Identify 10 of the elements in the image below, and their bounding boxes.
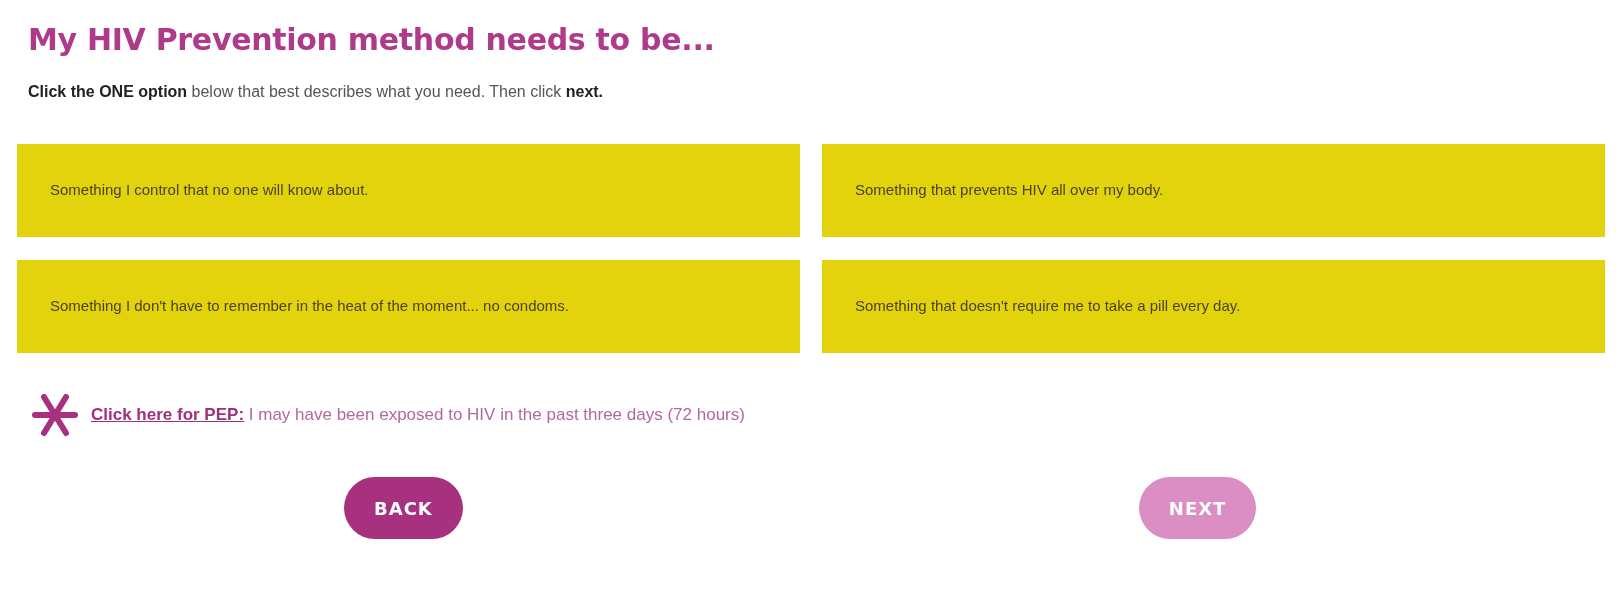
option-button[interactable]: Something that doesn't require me to take a pill every day. xyxy=(822,260,1605,353)
page-title: My HIV Prevention method needs to be... xyxy=(28,22,716,58)
back-button[interactable]: BACK xyxy=(344,477,463,539)
option-button[interactable]: Something that prevents HIV all over my body. xyxy=(822,144,1605,237)
option-button[interactable]: Something I don't have to remember in the heat of the moment... no condoms. xyxy=(17,260,800,353)
instruction-text: Click the ONE option below that best describes what you need. Then click next. xyxy=(28,82,605,102)
option-button[interactable]: Something I control that no one will know about. xyxy=(17,144,800,237)
pep-text: Click here for PEP: I may have been exposed to HIV in the past three days (72 hours) xyxy=(91,404,745,427)
asterisk-icon xyxy=(31,391,79,439)
pep-link[interactable]: Click here for PEP: xyxy=(91,405,245,425)
